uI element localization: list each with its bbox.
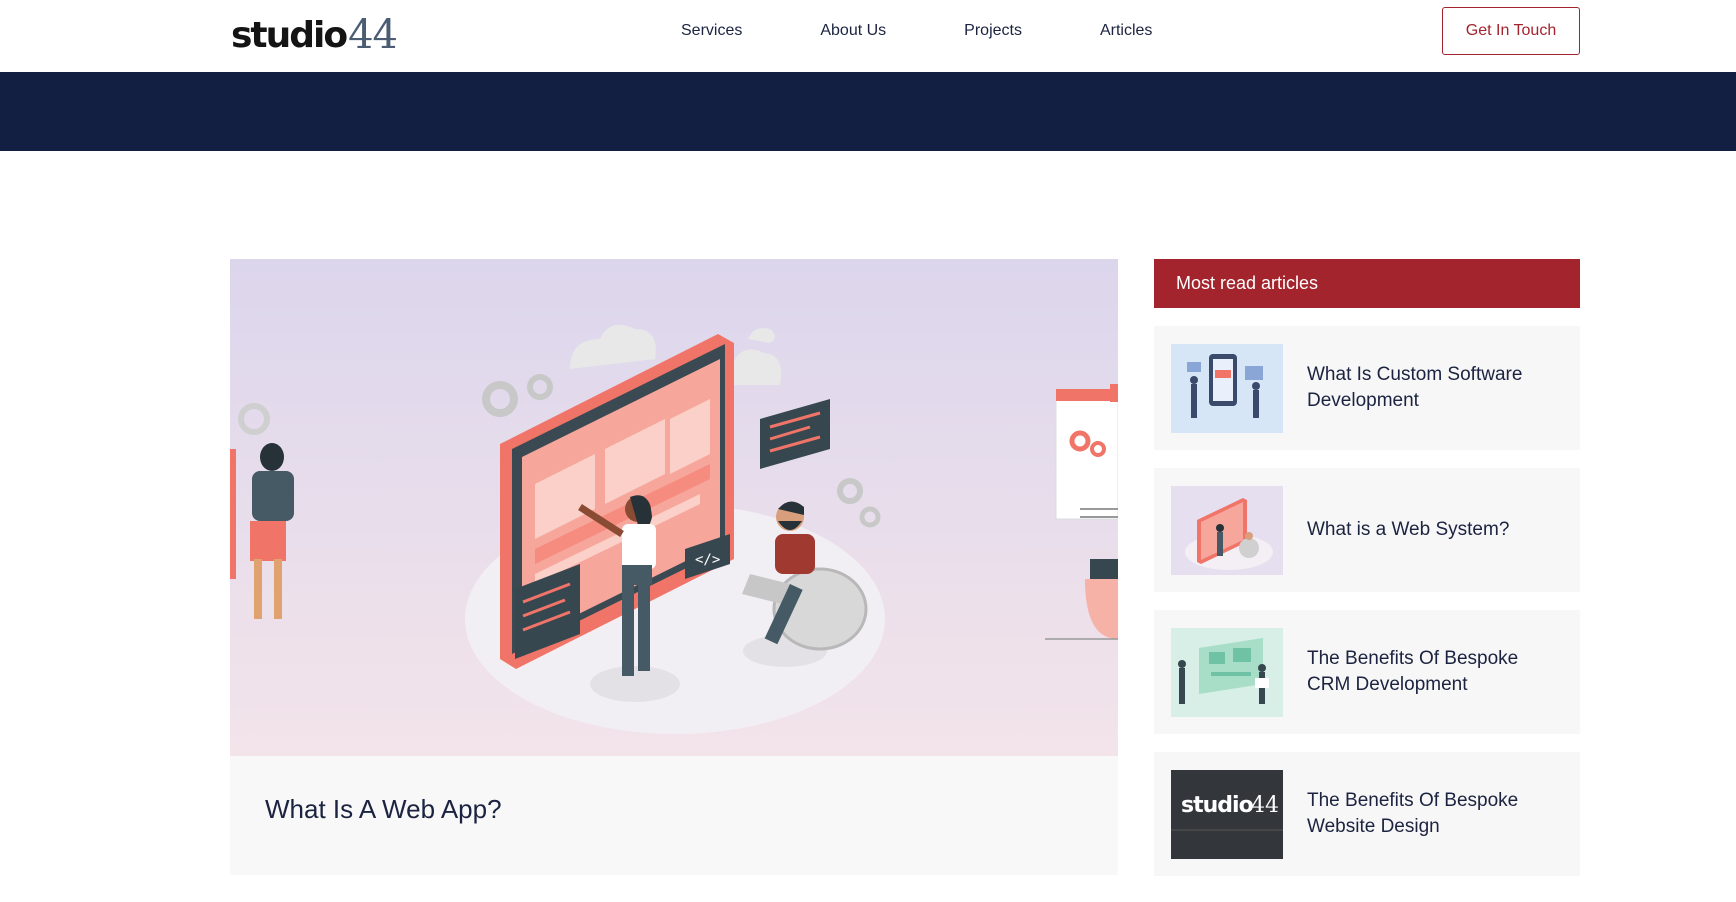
sidebar-article[interactable]: What Is Custom Software Development [1154, 326, 1580, 450]
sidebar-article-title[interactable]: What is a Web System? [1307, 517, 1566, 543]
web-app-illustration-icon: </> [230, 259, 1118, 756]
featured-article-title[interactable]: What Is A Web App? [265, 794, 502, 825]
sidebar-article-title[interactable]: The Benefits Of Bespoke Website Design [1307, 788, 1566, 840]
nav-about-us[interactable]: About Us [820, 20, 886, 42]
main-nav: Services About Us Projects Articles [681, 20, 1152, 42]
site-header: studio 44 Services About Us Projects Art… [0, 0, 1736, 72]
site-logo[interactable]: studio 44 [231, 10, 398, 58]
svg-text:studio: studio [1181, 793, 1254, 818]
software-illustration-icon [1171, 344, 1283, 433]
sidebar-article-title[interactable]: The Benefits Of Bespoke CRM Development [1307, 646, 1566, 698]
sidebar-article[interactable]: The Benefits Of Bespoke CRM Development [1154, 610, 1580, 734]
svg-text:44: 44 [1251, 793, 1279, 818]
featured-article-card[interactable]: </> What Is A Web App? [230, 259, 1118, 875]
studio44-logo-thumb-icon: studio 44 [1171, 770, 1283, 859]
nav-services[interactable]: Services [681, 20, 742, 42]
hero-band [0, 72, 1736, 151]
get-in-touch-button[interactable]: Get In Touch [1442, 7, 1580, 55]
logo-number: 44 [348, 12, 398, 58]
svg-text:</>: </> [695, 552, 720, 568]
logo-word: studio [231, 15, 348, 56]
sidebar-heading: Most read articles [1154, 259, 1580, 308]
most-read-sidebar: Most read articles What Is Custom Softwa… [1154, 259, 1580, 876]
sidebar-article[interactable]: studio 44 The Benefits Of Bespoke Websit… [1154, 752, 1580, 876]
web-system-illustration-icon [1171, 486, 1283, 575]
nav-projects[interactable]: Projects [964, 20, 1022, 42]
crm-illustration-icon [1171, 628, 1283, 717]
sidebar-article-title[interactable]: What Is Custom Software Development [1307, 362, 1566, 414]
nav-articles[interactable]: Articles [1100, 20, 1152, 42]
sidebar-article[interactable]: What is a Web System? [1154, 468, 1580, 592]
